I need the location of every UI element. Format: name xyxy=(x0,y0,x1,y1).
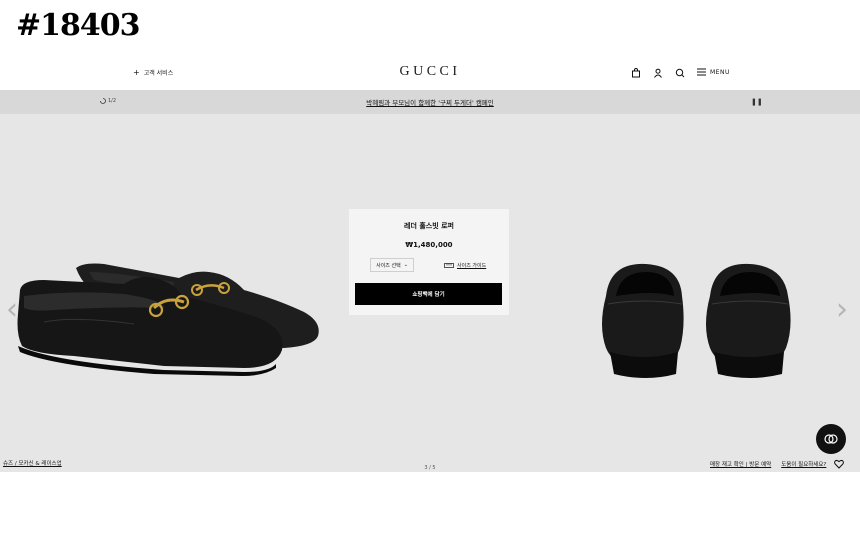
search-icon[interactable] xyxy=(675,68,685,78)
account-icon[interactable] xyxy=(653,68,663,78)
image-tag: #18403 xyxy=(16,8,141,43)
prev-arrow-icon[interactable]: ‹ xyxy=(6,292,18,327)
stock-check-link[interactable]: 매장 재고 확인 | 방문 예약 xyxy=(710,460,771,468)
shopping-bag-icon[interactable] xyxy=(631,68,641,78)
chevron-down-icon: ⌄ xyxy=(403,262,408,268)
help-link[interactable]: 도움이 필요하세요? xyxy=(781,460,826,468)
menu-button[interactable]: MENU xyxy=(697,68,730,76)
heart-icon[interactable] xyxy=(834,459,844,469)
footer-links: 매장 재고 확인 | 방문 예약 도움이 필요하세요? xyxy=(710,460,826,468)
product-card: 레더 홀스빗 로퍼 ₩1,480,000 사이즈 선택 ⌄ 사이즈 가이드 쇼핑… xyxy=(349,209,509,315)
size-select-dropdown[interactable]: 사이즈 선택 ⌄ xyxy=(370,258,414,272)
pause-icon[interactable]: ❚❚ xyxy=(751,98,763,106)
loafer-back-view-image xyxy=(602,263,791,378)
size-guide-label: 사이즈 가이드 xyxy=(457,263,487,269)
menu-label: MENU xyxy=(710,68,730,76)
product-name: 레더 홀스빗 로퍼 xyxy=(404,222,454,230)
gucci-logo[interactable]: GUCCI xyxy=(0,64,860,80)
promo-message-link[interactable]: 박혜림과 부모님이 함께한 '구찌 두게더' 캠페인 xyxy=(0,97,860,107)
product-hero: ‹ › 레더 홀스빗 로퍼 ₩1,480,000 사이즈 선택 ⌄ 사이즈 가이… xyxy=(0,114,860,472)
loafer-side-view-image xyxy=(17,263,319,376)
size-select-label: 사이즈 선택 xyxy=(376,262,401,269)
promo-bar: 1/2 박혜림과 부모님이 함께한 '구찌 두게더' 캠페인 ❚❚ xyxy=(0,90,860,114)
size-guide-link[interactable]: 사이즈 가이드 xyxy=(444,262,486,269)
chat-button[interactable] xyxy=(816,424,846,454)
next-arrow-icon[interactable]: › xyxy=(836,292,848,327)
hamburger-icon xyxy=(697,68,706,76)
double-g-icon xyxy=(824,434,838,444)
page: #18403 + 고객 서비스 GUCCI MENU 1/2 박혜림과 부모님이… xyxy=(0,0,860,535)
ruler-icon xyxy=(444,263,454,268)
add-to-bag-button[interactable]: 쇼핑백에 담기 xyxy=(355,283,502,305)
header: + 고객 서비스 GUCCI MENU xyxy=(0,56,860,90)
product-price: ₩1,480,000 xyxy=(405,241,453,249)
